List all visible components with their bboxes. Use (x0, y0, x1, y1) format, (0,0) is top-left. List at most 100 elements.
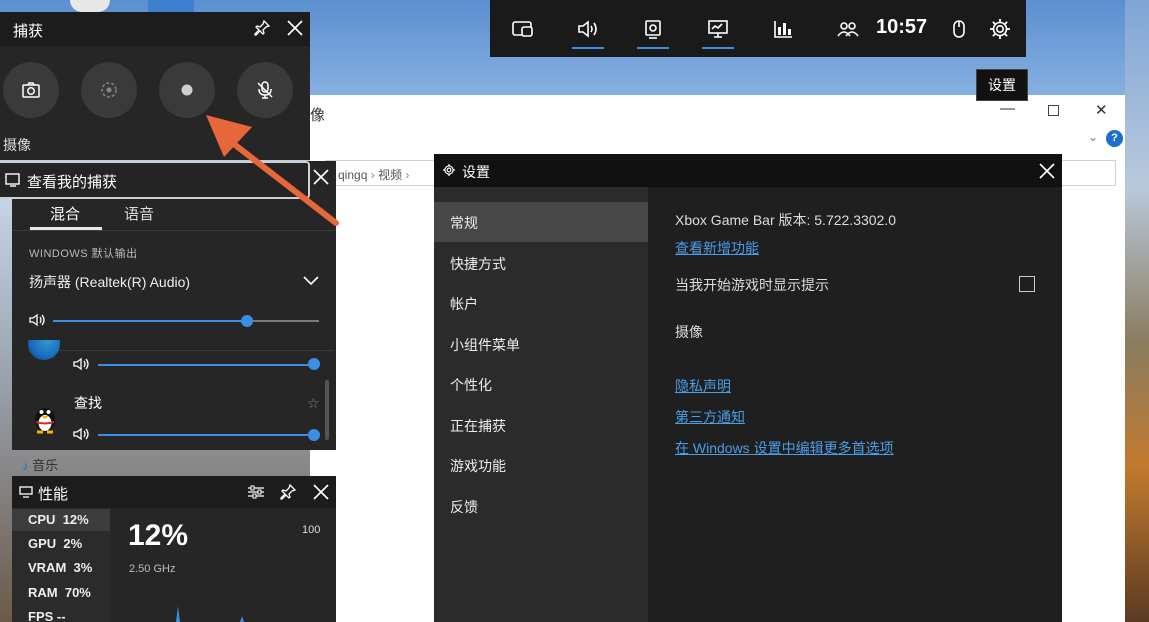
music-folder-label: 音乐 (32, 458, 59, 473)
app2-volume-thumb[interactable] (308, 429, 320, 441)
nav-shortcuts[interactable]: 快捷方式 (450, 254, 506, 274)
app2-speaker-icon[interactable] (73, 427, 91, 441)
tab-divider (12, 230, 336, 231)
qq-penguin-icon (32, 402, 58, 434)
audio-button[interactable] (555, 0, 620, 57)
privacy-link[interactable]: 隐私声明 (675, 376, 731, 396)
social-button[interactable] (815, 0, 880, 57)
capture-button[interactable] (620, 0, 685, 57)
capture-close-button[interactable] (285, 18, 305, 38)
record-dot-icon (181, 84, 193, 96)
music-note-icon: ♪ (22, 458, 29, 473)
record-last-button[interactable] (81, 62, 137, 118)
address-bar[interactable]: qingq › 视频 › (325, 160, 435, 186)
settings-nav (434, 187, 648, 622)
capture-icon (644, 19, 661, 39)
speaker-icon[interactable] (29, 313, 47, 327)
desktop-app-icon[interactable] (70, 0, 110, 12)
mouse-icon (952, 19, 965, 38)
close-button[interactable]: ✕ (1095, 101, 1108, 119)
social-icon (836, 21, 859, 37)
desktop-folder-icon[interactable] (148, 0, 194, 12)
master-volume-fill (53, 320, 247, 322)
pin-icon (280, 483, 297, 500)
show-tips-label: 当我开始游戏时显示提示 (675, 277, 829, 293)
nav-widget-menu[interactable]: 小组件菜单 (450, 335, 520, 355)
performance-button[interactable] (685, 0, 750, 57)
whats-new-link[interactable]: 查看新增功能 (675, 238, 759, 258)
nav-feedback[interactable]: 反馈 (450, 497, 478, 517)
third-party-link[interactable]: 第三方通知 (675, 407, 745, 427)
cpu-clock: 2.50 GHz (129, 563, 176, 575)
performance-pin-button[interactable] (279, 483, 297, 501)
tab-voice[interactable]: 语音 (124, 203, 154, 224)
app1-volume-thumb[interactable] (308, 358, 320, 370)
settings-button[interactable] (970, 0, 1030, 57)
nav-gaming-features[interactable]: 游戏功能 (450, 456, 506, 476)
gallery-icon (5, 173, 21, 187)
output-device-select[interactable]: 扬声器 (Realtek(R) Audio) (29, 272, 190, 292)
nav-capturing[interactable]: 正在捕获 (450, 416, 506, 436)
path-segment-videos: 视频 (378, 168, 403, 182)
widget-menu-button[interactable] (490, 0, 555, 57)
show-tips-checkbox[interactable] (1019, 276, 1035, 292)
nav-accounts[interactable]: 帐户 (450, 294, 478, 314)
path-segment-user: qingq (338, 168, 368, 182)
favorite-star-icon[interactable]: ☆ (307, 395, 320, 412)
audio-icon (577, 19, 597, 38)
browser-app-icon (28, 340, 60, 368)
desktop-wallpaper (1125, 0, 1149, 622)
capture-section-label: 摄像 (3, 137, 31, 153)
audio-separator (28, 350, 334, 351)
settings-tooltip: 设置 (976, 69, 1028, 101)
performance-widget-icon (19, 486, 33, 498)
nav-general[interactable]: 常规 (450, 213, 478, 233)
tab-mix[interactable]: 混合 (50, 203, 80, 224)
capture-widget-title: 捕获 (13, 23, 44, 40)
app1-volume-fill (98, 364, 314, 366)
nav-personalization[interactable]: 个性化 (450, 375, 492, 395)
help-icon[interactable]: ? (1106, 130, 1123, 147)
maximize-button[interactable] (1048, 105, 1059, 116)
cpu-big-value: 12% (128, 519, 189, 552)
metric-ram[interactable]: RAM 70% (28, 585, 91, 600)
annotation-arrow (200, 105, 340, 230)
master-volume-thumb[interactable] (241, 315, 253, 327)
metric-fps[interactable]: FPS -- (28, 609, 66, 622)
version-text: Xbox Game Bar 版本: 5.722.3302.0 (675, 212, 897, 228)
settings-close-button[interactable] (1037, 161, 1057, 181)
capture-widget-icon: ▪ (0, 22, 1, 33)
close-icon (1039, 163, 1055, 179)
metric-vram[interactable]: VRAM 3% (28, 560, 92, 575)
minimize-button[interactable]: — (1000, 100, 1015, 117)
screenshot-button[interactable] (3, 62, 59, 118)
performance-active-indicator (702, 47, 734, 49)
search-box[interactable] (1062, 160, 1116, 186)
performance-title: 性能 (38, 486, 69, 503)
close-icon (313, 484, 329, 500)
sliders-icon (248, 485, 264, 499)
edit-more-link[interactable]: 在 Windows 设置中编辑更多首选项 (675, 438, 894, 458)
settings-title: 设置 (462, 164, 490, 180)
pin-button[interactable] (253, 19, 271, 37)
resources-button[interactable] (750, 0, 815, 57)
cpu-graph (120, 598, 320, 622)
metric-gpu[interactable]: GPU 2% (28, 536, 82, 551)
default-output-label: WINDOWS 默认输出 (29, 248, 138, 260)
capture-active-indicator (637, 47, 669, 49)
performance-close-button[interactable] (311, 482, 331, 502)
performance-icon (707, 19, 728, 38)
settings-title-gear-icon (442, 163, 456, 177)
performance-options-button[interactable] (247, 484, 265, 500)
mic-off-icon (257, 81, 273, 99)
audio-scrollbar[interactable] (325, 380, 329, 440)
settings-header (434, 154, 1062, 187)
app1-speaker-icon[interactable] (73, 357, 91, 371)
audio-active-indicator (572, 47, 604, 49)
widget-menu-icon (511, 20, 533, 37)
chevron-down-icon[interactable] (303, 274, 319, 286)
ribbon-expand-icon[interactable]: ⌄ (1088, 130, 1098, 144)
music-folder-item[interactable]: ♪ 音乐 (22, 455, 58, 474)
metric-cpu[interactable]: CPU 12% (28, 512, 89, 527)
graph-max-label: 100 (302, 524, 321, 536)
